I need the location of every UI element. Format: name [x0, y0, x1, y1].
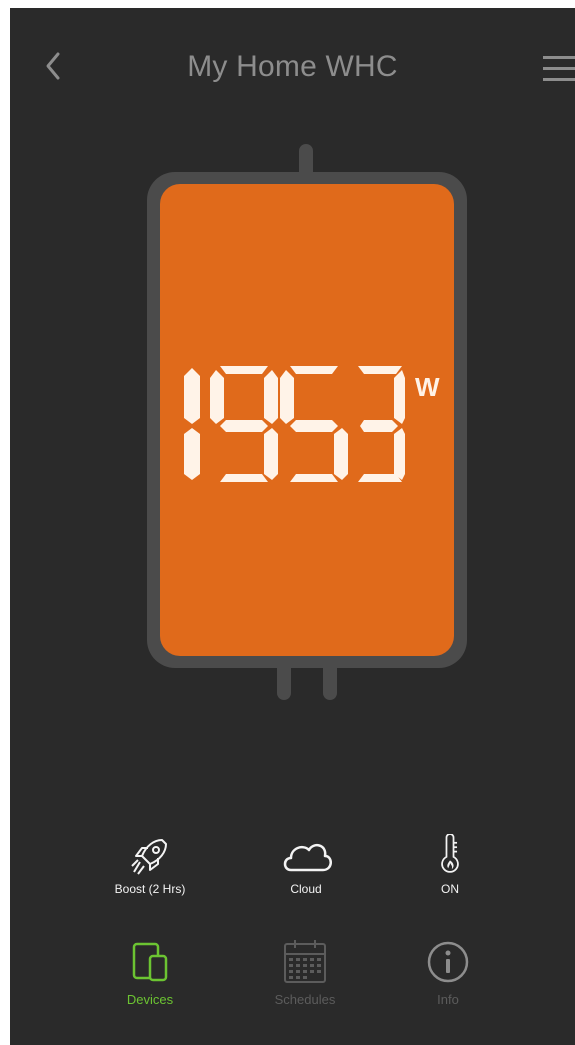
power-unit: W — [415, 372, 440, 402]
tab-info-label: Info — [437, 992, 459, 1007]
rocket-icon — [131, 839, 167, 875]
cloud-button[interactable]: Cloud — [246, 834, 366, 896]
thermometer-flame-icon — [441, 834, 459, 873]
tab-schedules[interactable]: Schedules — [245, 936, 365, 1007]
app-screen: My Home WHC W Boost (2 Hrs) Cloud ON Dev… — [10, 8, 575, 1045]
calendar-icon — [284, 940, 326, 983]
power-status-label: ON — [441, 882, 459, 896]
info-icon — [427, 941, 469, 983]
power-display: W 1953 — [160, 364, 460, 494]
power-value-digits — [184, 366, 405, 482]
tab-schedules-label: Schedules — [274, 992, 336, 1007]
tab-info[interactable]: Info — [388, 936, 508, 1007]
power-status-button[interactable]: ON — [390, 834, 510, 896]
boost-button[interactable]: Boost (2 Hrs) — [90, 834, 210, 896]
controls-row: Boost (2 Hrs) Cloud ON — [10, 834, 575, 914]
tab-devices-label: Devices — [126, 992, 174, 1007]
devices-icon — [132, 942, 168, 982]
tab-bar: Devices Schedules Info — [10, 936, 575, 1036]
boost-label: Boost (2 Hrs) — [114, 882, 186, 896]
cloud-label: Cloud — [290, 882, 322, 896]
cloud-icon — [283, 843, 332, 872]
tab-devices[interactable]: Devices — [90, 936, 210, 1007]
